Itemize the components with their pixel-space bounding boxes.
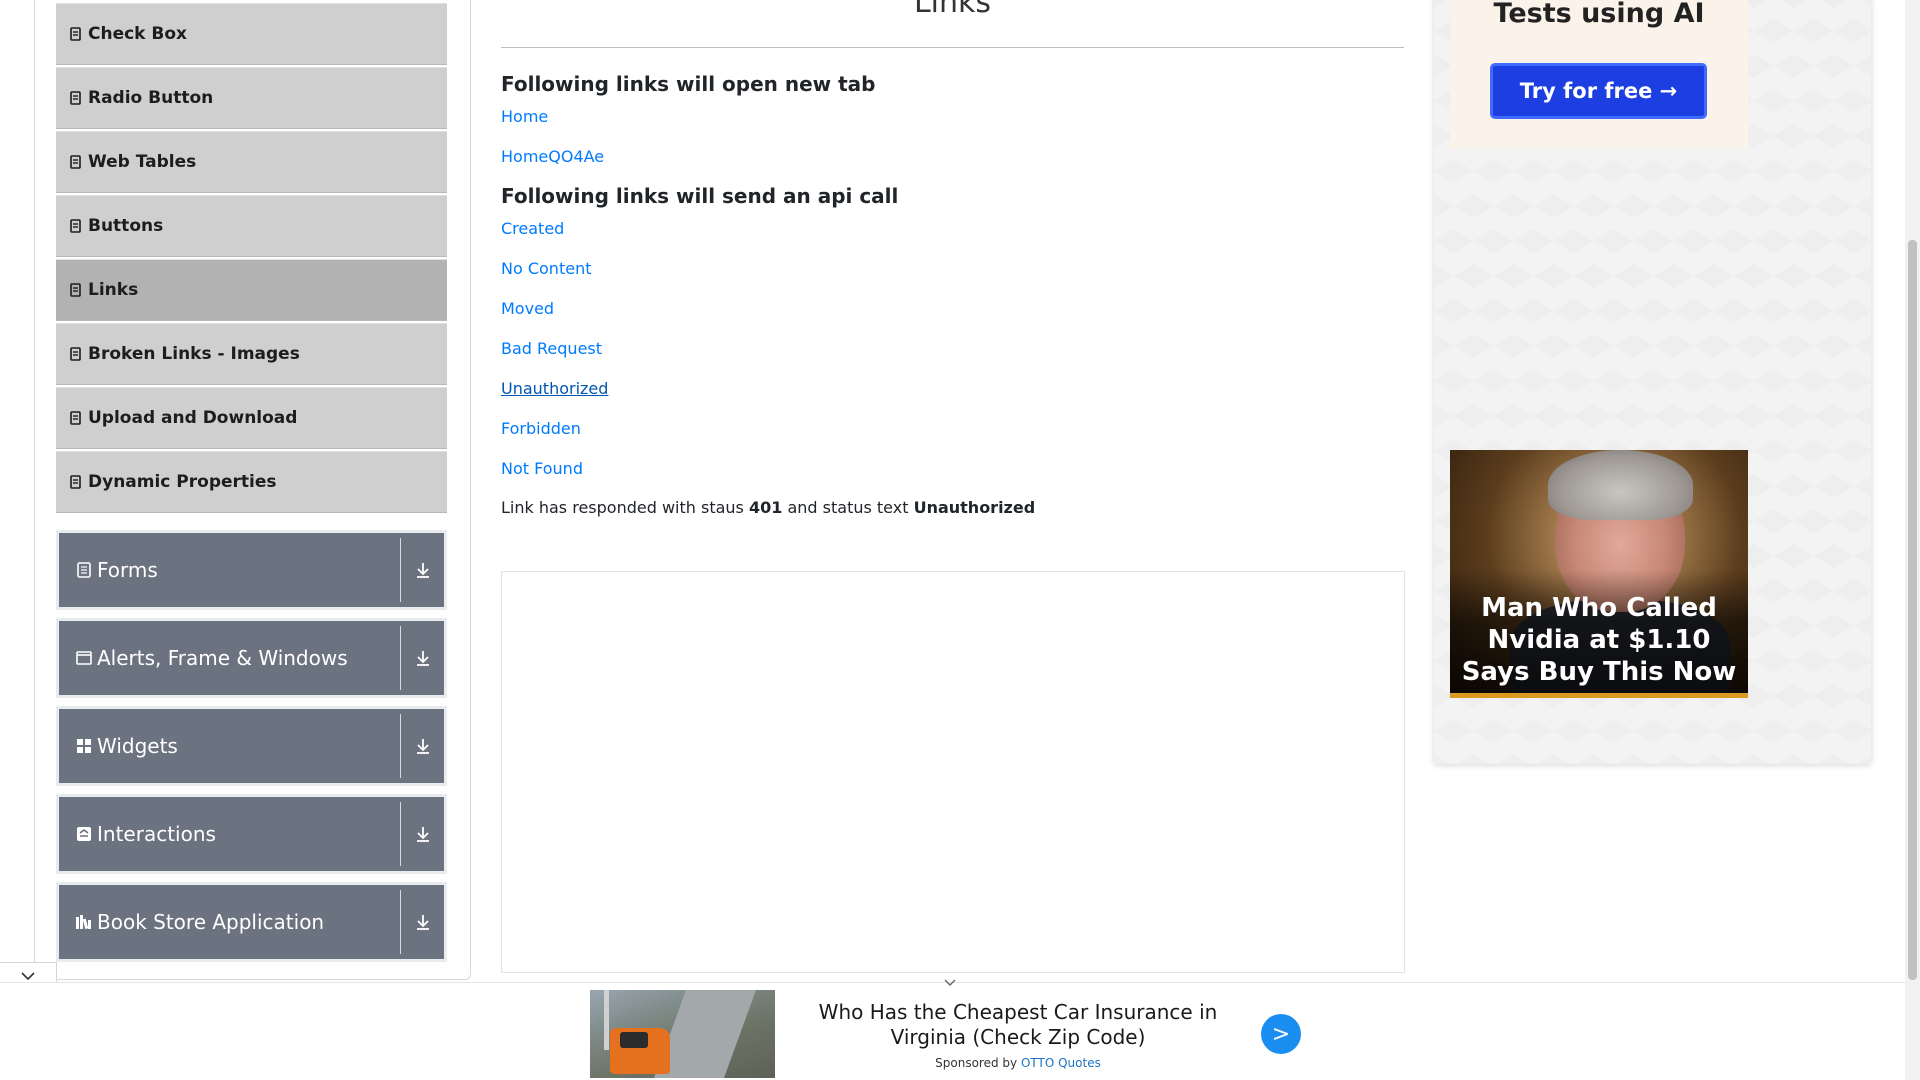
group-book-store[interactable]: Book Store Application	[56, 882, 447, 962]
ad-accent-bar	[1450, 693, 1748, 698]
bottom-ad-image[interactable]	[590, 990, 775, 1078]
link-created[interactable]: Created	[501, 219, 564, 238]
group-label: Interactions	[97, 822, 216, 846]
divider	[400, 890, 401, 954]
group-label: Book Store Application	[97, 910, 325, 934]
document-icon	[70, 27, 81, 41]
group-label: Alerts, Frame & Windows	[97, 646, 348, 670]
download-arrow-icon[interactable]	[401, 737, 444, 755]
response-middle: and status text	[787, 498, 909, 517]
link-unauthorized[interactable]: Unauthorized	[501, 379, 608, 398]
menu-item-dynamic-properties[interactable]: Dynamic Properties	[56, 451, 447, 513]
menu-item-label: Check Box	[88, 24, 188, 44]
document-icon	[70, 91, 81, 105]
nvidia-ad-caption: Man Who Called Nvidia at $1.10 Says Buy …	[1461, 593, 1737, 687]
link-home-dynamic[interactable]: HomeQO4Ae	[501, 147, 604, 166]
menu-item-label: Buttons	[88, 216, 164, 236]
divider	[400, 626, 401, 690]
response-status-text: Unauthorized	[913, 498, 1036, 517]
group-interactions[interactable]: Interactions	[56, 794, 447, 874]
ad-image-pole	[604, 990, 609, 1050]
new-tab-heading: Following links will open new tab	[501, 72, 876, 96]
menu-item-label: Upload and Download	[88, 408, 298, 428]
bottom-ad-headline[interactable]: Who Has the Cheapest Car Insurance in Vi…	[788, 1000, 1248, 1050]
page-title: Links	[913, 0, 992, 20]
document-icon	[70, 475, 81, 489]
chevron-down-icon	[21, 971, 35, 980]
menu-item-check-box[interactable]: Check Box	[56, 3, 447, 65]
menu-item-label: Radio Button	[88, 88, 214, 108]
form-icon	[75, 562, 93, 578]
sponsor-name[interactable]: OTTO Quotes	[1021, 1056, 1101, 1070]
title-divider	[501, 47, 1404, 48]
group-widgets[interactable]: Widgets	[56, 706, 447, 786]
try-for-free-button[interactable]: Try for free →	[1490, 63, 1707, 119]
menu-item-broken-links[interactable]: Broken Links - Images	[56, 323, 447, 385]
ai-ad-card[interactable]: Tests using AI Try for free →	[1450, 0, 1748, 148]
ad-image-cab	[620, 1032, 648, 1048]
ai-ad-text: Tests using AI	[1493, 0, 1705, 29]
response-status-code: 401	[748, 498, 783, 517]
response-prefix: Link has responded with staus	[501, 498, 744, 517]
chevron-down-icon[interactable]	[943, 972, 957, 991]
link-moved[interactable]: Moved	[501, 299, 554, 318]
menu-item-buttons[interactable]: Buttons	[56, 195, 447, 257]
document-icon	[70, 411, 81, 425]
menu-item-web-tables[interactable]: Web Tables	[56, 131, 447, 193]
link-not-found[interactable]: Not Found	[501, 459, 583, 478]
menu-item-radio-button[interactable]: Radio Button	[56, 67, 447, 129]
document-icon	[70, 155, 81, 169]
group-label: Forms	[97, 558, 158, 582]
link-forbidden[interactable]: Forbidden	[501, 419, 581, 438]
book-store-icon	[75, 914, 93, 930]
menu-item-label: Dynamic Properties	[88, 472, 277, 492]
document-icon	[70, 219, 81, 233]
sponsored-prefix: Sponsored by	[935, 1056, 1018, 1070]
download-arrow-icon[interactable]	[401, 825, 444, 843]
divider	[400, 714, 401, 778]
window-icon	[75, 651, 93, 665]
divider	[400, 538, 401, 602]
document-icon	[70, 283, 81, 297]
link-bad-request[interactable]: Bad Request	[501, 339, 602, 358]
download-arrow-icon[interactable]	[401, 561, 444, 579]
download-arrow-icon[interactable]	[401, 913, 444, 931]
menu-item-upload-download[interactable]: Upload and Download	[56, 387, 447, 449]
menu-item-label: Broken Links - Images	[88, 344, 300, 364]
group-label: Widgets	[97, 734, 178, 758]
menu-item-label: Links	[88, 280, 139, 300]
widgets-icon	[75, 738, 93, 754]
bottom-ad-go-button[interactable]: >	[1261, 1014, 1301, 1054]
ad-frame-empty	[501, 571, 1405, 973]
group-alerts-frame-windows[interactable]: Alerts, Frame & Windows	[56, 618, 447, 698]
nvidia-ad[interactable]: Man Who Called Nvidia at $1.10 Says Buy …	[1450, 450, 1748, 698]
ad-photo-hair	[1548, 450, 1693, 520]
group-forms[interactable]: Forms	[56, 530, 447, 610]
link-no-content[interactable]: No Content	[501, 259, 591, 278]
link-home[interactable]: Home	[501, 107, 548, 126]
menu-item-links[interactable]: Links	[56, 259, 447, 321]
menu-item-label: Web Tables	[88, 152, 197, 172]
interactions-icon	[75, 826, 93, 842]
download-arrow-icon[interactable]	[401, 649, 444, 667]
document-icon	[70, 347, 81, 361]
sponsored-line: Sponsored by OTTO Quotes	[788, 1056, 1248, 1070]
divider	[400, 802, 401, 866]
scrollbar-thumb[interactable]	[1908, 240, 1917, 980]
link-response-message: Link has responded with staus 401 and st…	[501, 498, 1035, 517]
api-call-heading: Following links will send an api call	[501, 184, 899, 208]
